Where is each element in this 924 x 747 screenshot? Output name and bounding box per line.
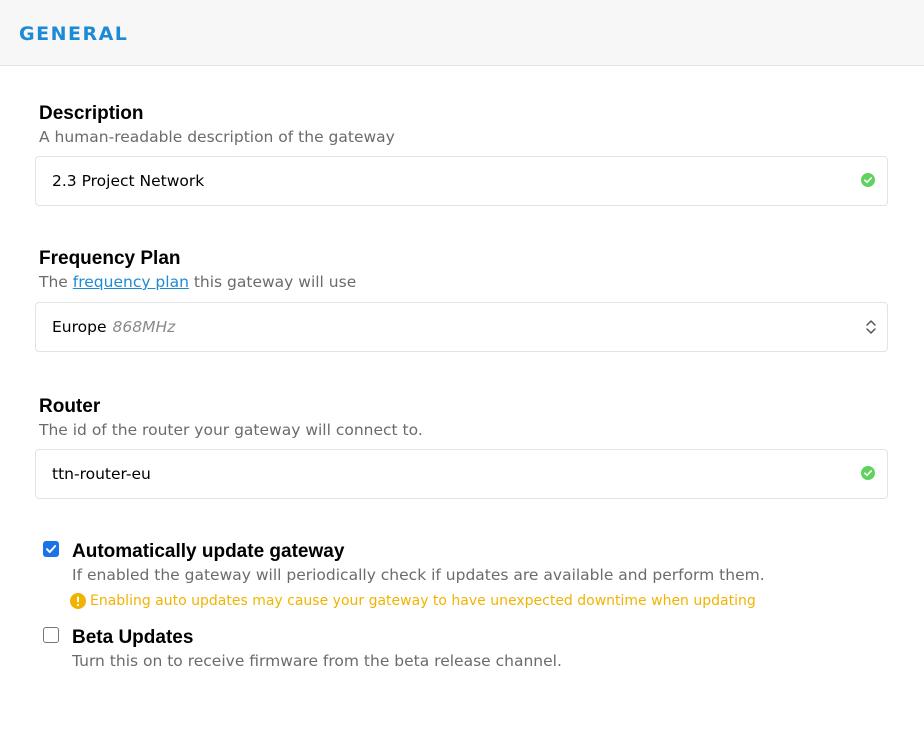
frequency-plan-selected-sub: 868MHz: [112, 318, 176, 336]
router-help: The id of the router your gateway will c…: [39, 421, 423, 439]
auto-update-help: If enabled the gateway will periodically…: [72, 566, 765, 584]
router-input-value[interactable]: ttn-router-eu: [52, 464, 151, 484]
section-header: GENERAL: [0, 0, 924, 66]
description-label: Description: [39, 103, 144, 124]
auto-update-label[interactable]: Automatically update gateway: [72, 541, 344, 563]
description-input-value[interactable]: 2.3 Project Network: [52, 171, 204, 191]
info-warning-icon: [70, 593, 86, 609]
frequency-plan-selected[interactable]: Europe 868MHz: [52, 317, 175, 337]
frequency-plan-selected-value: Europe: [52, 318, 107, 336]
beta-updates-help: Turn this on to receive firmware from th…: [72, 652, 562, 670]
description-help: A human-readable description of the gate…: [39, 128, 395, 146]
frequency-plan-link[interactable]: frequency plan: [73, 273, 189, 291]
auto-update-checkbox[interactable]: [43, 541, 59, 557]
check-circle-icon: [861, 466, 875, 480]
router-label: Router: [39, 396, 101, 417]
checkmark-icon: [46, 545, 57, 553]
auto-update-warning-text: Enabling auto updates may cause your gat…: [90, 593, 756, 609]
beta-updates-label[interactable]: Beta Updates: [72, 627, 193, 649]
router-input[interactable]: ttn-router-eu: [35, 449, 888, 499]
frequency-plan-label: Frequency Plan: [39, 248, 181, 269]
frequency-plan-help: The frequency plan this gateway will use: [39, 272, 356, 292]
description-input[interactable]: 2.3 Project Network: [35, 156, 888, 206]
check-circle-icon: [861, 173, 875, 187]
frequency-plan-help-prefix: The: [39, 273, 73, 291]
section-title: GENERAL: [19, 23, 129, 45]
beta-updates-checkbox[interactable]: [43, 627, 59, 643]
frequency-plan-help-suffix: this gateway will use: [188, 273, 357, 291]
frequency-plan-select[interactable]: Europe 868MHz: [35, 302, 888, 352]
select-arrows-icon[interactable]: [865, 318, 877, 336]
